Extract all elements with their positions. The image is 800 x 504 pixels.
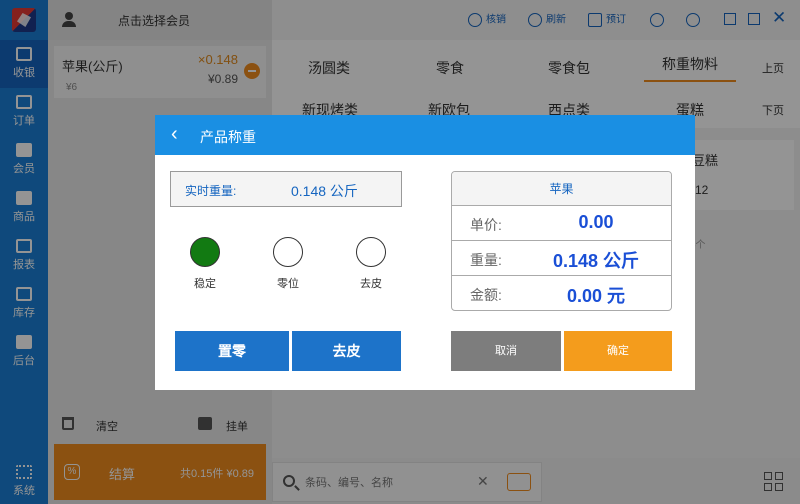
- unit-price-label: 单价:: [470, 217, 502, 233]
- zero-light-icon: [273, 237, 303, 267]
- cancel-button[interactable]: 取消: [451, 331, 561, 371]
- unit-price-value: 0.00: [578, 212, 614, 232]
- amount-value: 0.00 元: [566, 286, 626, 306]
- tare-label: 去皮: [360, 278, 382, 290]
- zero-label: 零位: [277, 278, 299, 290]
- zero-indicator: 零位: [271, 237, 305, 291]
- weigh-dialog: ‹ 产品称重 实时重量: 0.148 公斤 稳定 零位 去皮 苹果 单价: 0.…: [155, 115, 695, 390]
- tare-indicator: 去皮: [354, 237, 388, 291]
- stable-light-icon: [190, 237, 220, 267]
- dialog-header: ‹ 产品称重: [155, 115, 695, 155]
- product-name: 苹果: [452, 172, 671, 206]
- realtime-weight-box: 实时重量: 0.148 公斤: [170, 171, 402, 207]
- zero-button[interactable]: 置零: [175, 331, 289, 371]
- weight-row: 重量: 0.148 公斤: [452, 241, 671, 276]
- stable-label: 稳定: [194, 278, 216, 290]
- back-icon[interactable]: ‹: [171, 123, 178, 146]
- amount-label: 金额:: [470, 287, 502, 303]
- tare-button[interactable]: 去皮: [292, 331, 401, 371]
- realtime-weight-label: 实时重量:: [185, 184, 237, 198]
- weight-row-label: 重量:: [470, 252, 502, 268]
- realtime-weight-value: 0.148 公斤: [291, 183, 358, 199]
- dialog-title: 产品称重: [200, 129, 256, 145]
- weight-row-value: 0.148 公斤: [552, 251, 640, 271]
- stable-indicator: 稳定: [188, 237, 222, 291]
- unit-price-row: 单价: 0.00: [452, 206, 671, 241]
- tare-light-icon: [356, 237, 386, 267]
- amount-row: 金额: 0.00 元: [452, 276, 671, 310]
- product-info-table: 苹果 单价: 0.00 重量: 0.148 公斤 金额: 0.00 元: [451, 171, 672, 311]
- confirm-button[interactable]: 确定: [564, 331, 672, 371]
